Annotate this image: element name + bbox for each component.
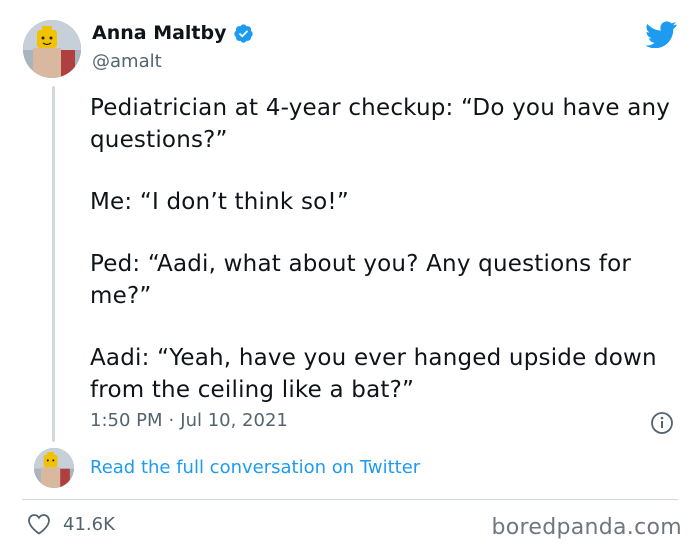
thread-line <box>52 86 55 442</box>
tweet-time[interactable]: 1:50 PM <box>90 410 163 431</box>
author-handle[interactable]: @amalt <box>92 51 162 72</box>
tweet-text: Pediatrician at 4-year checkup: “Do you … <box>90 92 680 436</box>
read-conversation-link[interactable]: Read the full conversation on Twitter <box>90 457 420 478</box>
tweet-line-1: Pediatrician at 4-year checkup: “Do you … <box>90 95 671 153</box>
tweet-timestamp[interactable]: 1:50 PM · Jul 10, 2021 <box>90 410 288 431</box>
author-name[interactable]: Anna Maltby <box>92 22 227 44</box>
author-name-row[interactable]: Anna Maltby <box>92 22 254 44</box>
heart-icon[interactable] <box>27 513 51 535</box>
watermark: boredpanda.com <box>491 515 682 540</box>
avatar-image-small <box>34 448 74 488</box>
timestamp-separator: · <box>168 410 175 431</box>
like-count: 41.6K <box>63 513 115 535</box>
verified-badge-icon <box>233 23 253 43</box>
divider <box>22 499 678 500</box>
avatar-image <box>23 20 81 78</box>
info-icon[interactable] <box>650 411 674 435</box>
tweet-date[interactable]: Jul 10, 2021 <box>180 410 288 431</box>
tweet-line-4: Aadi: “Yeah, have you ever hanged upside… <box>90 345 657 403</box>
twitter-bird-icon[interactable] <box>645 21 677 48</box>
reply-avatar[interactable] <box>34 448 74 488</box>
tweet-line-3: Ped: “Aadi, what about you? Any question… <box>90 251 632 309</box>
like-button[interactable]: 41.6K <box>27 513 115 535</box>
author-avatar[interactable] <box>23 20 81 78</box>
tweet-line-2: Me: “I don’t think so!” <box>90 189 349 215</box>
